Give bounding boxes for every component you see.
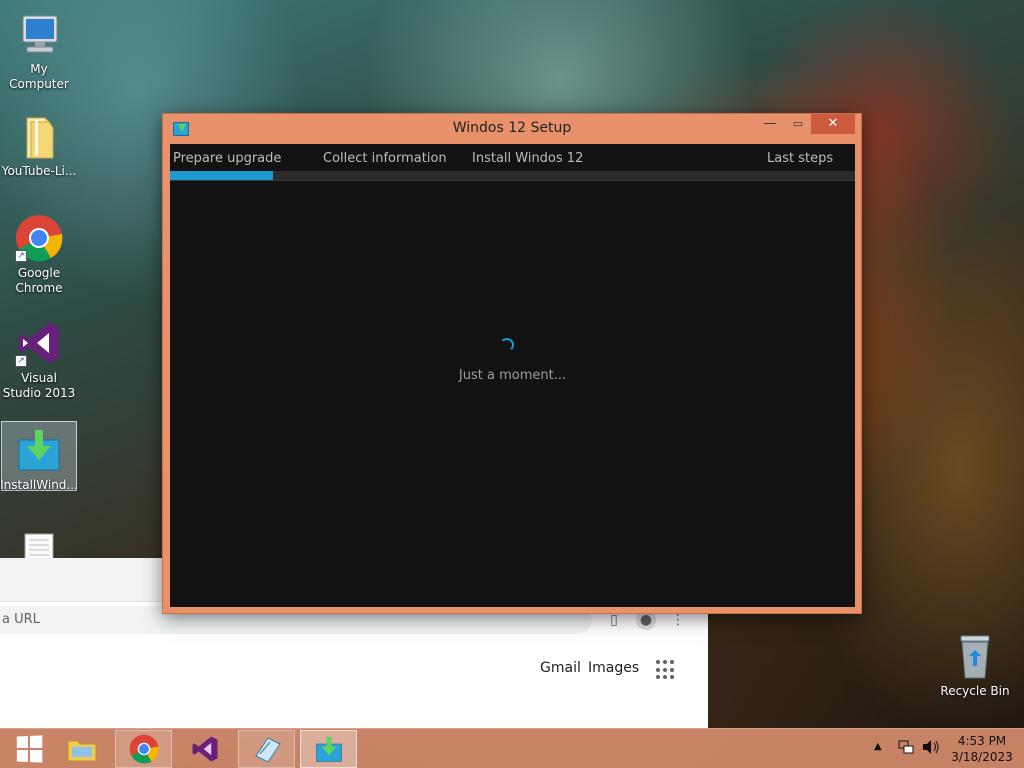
network-icon[interactable] — [898, 739, 914, 768]
desktop-icon-label: My Computer — [9, 62, 69, 91]
clock-date: 3/18/2023 — [951, 750, 1013, 764]
maximize-button[interactable]: ▭ — [787, 114, 809, 134]
desktop-icon-recycle-bin[interactable]: Recycle Bin — [936, 628, 1014, 699]
text-file-icon — [15, 530, 63, 565]
google-apps-icon[interactable] — [656, 660, 676, 680]
step-collect-information: Collect information — [323, 151, 447, 166]
desktop-icon-label: InstallWind... — [0, 478, 78, 492]
clock-time: 4:53 PM — [957, 734, 1007, 748]
show-hidden-icons-button[interactable]: ▲ — [874, 741, 882, 768]
step-prepare-upgrade: Prepare upgrade — [173, 151, 282, 166]
setup-window[interactable]: Windos 12 Setup — ▭ ✕ Prepare upgrade Co… — [162, 113, 862, 614]
desktop-icon-label: Visual Studio 2013 — [2, 371, 76, 400]
start-button[interactable] — [0, 730, 57, 768]
desktop-icon-visual-studio[interactable]: ↗ Visual Studio 2013 — [1, 315, 77, 401]
desktop-icon-youtube-folder[interactable]: YouTube-Li... — [1, 108, 77, 179]
desktop-icon-my-computer[interactable]: My Computer — [1, 6, 77, 92]
chrome-icon — [129, 734, 159, 764]
desktop-icon-google-chrome[interactable]: ↗ Google Chrome — [1, 210, 77, 296]
windows-logo-icon — [16, 735, 42, 763]
step-install-windos: Install Windos 12 — [472, 151, 584, 166]
taskbar: ▲ 4:53 PM 3/18/2023 — [0, 728, 1024, 768]
volume-icon[interactable] — [922, 739, 940, 768]
setup-progress-fill — [170, 171, 273, 180]
visual-studio-icon — [192, 736, 217, 762]
recycle-bin-icon — [951, 632, 999, 680]
desktop-icon-label: Recycle Bin — [940, 684, 1010, 698]
gmail-link[interactable]: Gmail — [540, 660, 581, 676]
loading-spinner-icon — [500, 338, 514, 352]
taskbar-file-explorer[interactable] — [53, 730, 110, 768]
minimize-button[interactable]: — — [759, 114, 781, 134]
shortcut-arrow-icon: ↗ — [15, 250, 27, 262]
install-download-icon — [15, 426, 63, 474]
desktop-icon-install-windows[interactable]: InstallWind... — [0, 421, 78, 492]
desktop-icon-label: YouTube-Li... — [1, 164, 77, 178]
setup-progress-bar — [170, 171, 855, 181]
taskbar-visual-studio[interactable] — [176, 730, 233, 768]
window-title: Windos 12 Setup — [452, 120, 572, 136]
chrome-icon: ↗ — [15, 214, 63, 262]
install-download-icon — [315, 736, 342, 762]
step-last-steps: Last steps — [767, 151, 834, 166]
title-bar[interactable]: Windos 12 Setup — ▭ ✕ — [163, 114, 861, 144]
setup-steps: Prepare upgrade Collect information Inst… — [170, 144, 855, 171]
taskbar-google-chrome[interactable] — [115, 730, 172, 768]
desktop-icon-label: Google Chrome — [15, 266, 63, 295]
file-explorer-icon — [67, 740, 96, 762]
shortcut-arrow-icon: ↗ — [15, 355, 27, 367]
status-message: Just a moment... — [458, 368, 567, 383]
folder-icon — [15, 112, 63, 160]
notepad-icon — [254, 737, 281, 763]
close-button[interactable]: ✕ — [811, 114, 855, 134]
computer-icon — [15, 10, 63, 58]
taskbar-notepad[interactable] — [238, 730, 295, 768]
visual-studio-icon: ↗ — [15, 319, 63, 367]
taskbar-install-windows[interactable] — [300, 730, 357, 768]
images-link[interactable]: Images — [588, 660, 639, 676]
system-clock[interactable]: 4:53 PM 3/18/2023 — [950, 733, 1014, 765]
setup-content: Prepare upgrade Collect information Inst… — [170, 144, 855, 607]
